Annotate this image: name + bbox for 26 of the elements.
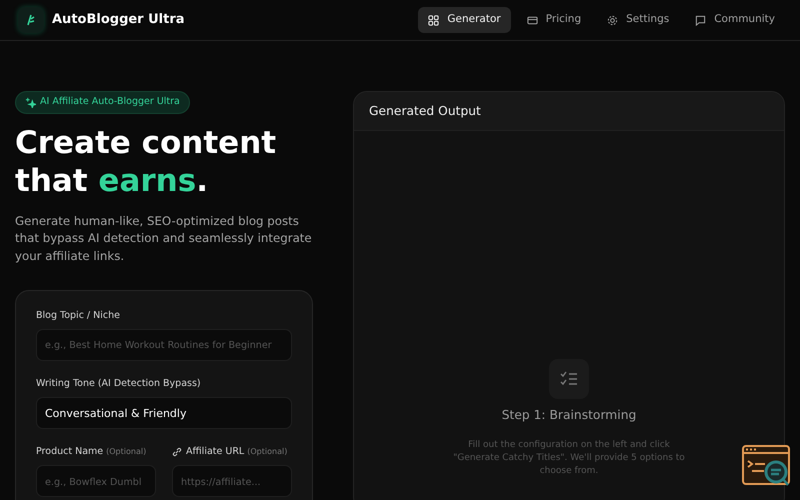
checklist-icon	[549, 359, 589, 400]
brand-name: AutoBlogger Ultra	[52, 11, 185, 30]
step-title: Step 1: Brainstorming	[502, 407, 636, 424]
description: Generate human-like, SEO-optimized blog posts that bypass AI detection and seamlessly integrate your affiliate links.	[15, 212, 313, 265]
nav-tab[interactable]: Community	[685, 7, 785, 33]
link-icon	[172, 447, 182, 458]
panel-title: Generated Output	[354, 92, 784, 132]
step-description: Fill out the configuration on the left and click "Generate Catchy Titles". We'll provide 5 options to choose from.	[452, 438, 686, 478]
nav-tab[interactable]: Pricing	[516, 7, 592, 33]
affiliate-url-input[interactable]: https://affiliate...	[172, 465, 292, 498]
settings-icon	[607, 14, 618, 26]
logo-icon	[18, 7, 44, 33]
feature-badge: AI Affiliate Auto-Blogger Ultra	[15, 91, 190, 114]
grid-icon	[428, 14, 440, 26]
headline: Create content that earns.	[15, 125, 278, 201]
field-label: Writing Tone (AI Detection Bypass)	[36, 376, 202, 391]
field-label: Blog Topic / Niche	[36, 308, 121, 323]
field-label: Product Name (Optional)	[36, 445, 148, 460]
tone-select[interactable]: Conversational & Friendly	[36, 397, 292, 430]
card-icon	[526, 14, 538, 26]
nav-tab[interactable]: Settings	[597, 7, 680, 33]
nav-tab[interactable]: Generator	[418, 7, 511, 33]
field-label: Affiliate URL (Optional)	[186, 445, 288, 460]
product-input[interactable]: e.g., Bowflex Dumbl	[36, 465, 156, 498]
chat-icon	[695, 14, 706, 26]
topic-input[interactable]: e.g., Best Home Workout Routines for Beginner	[36, 328, 292, 361]
